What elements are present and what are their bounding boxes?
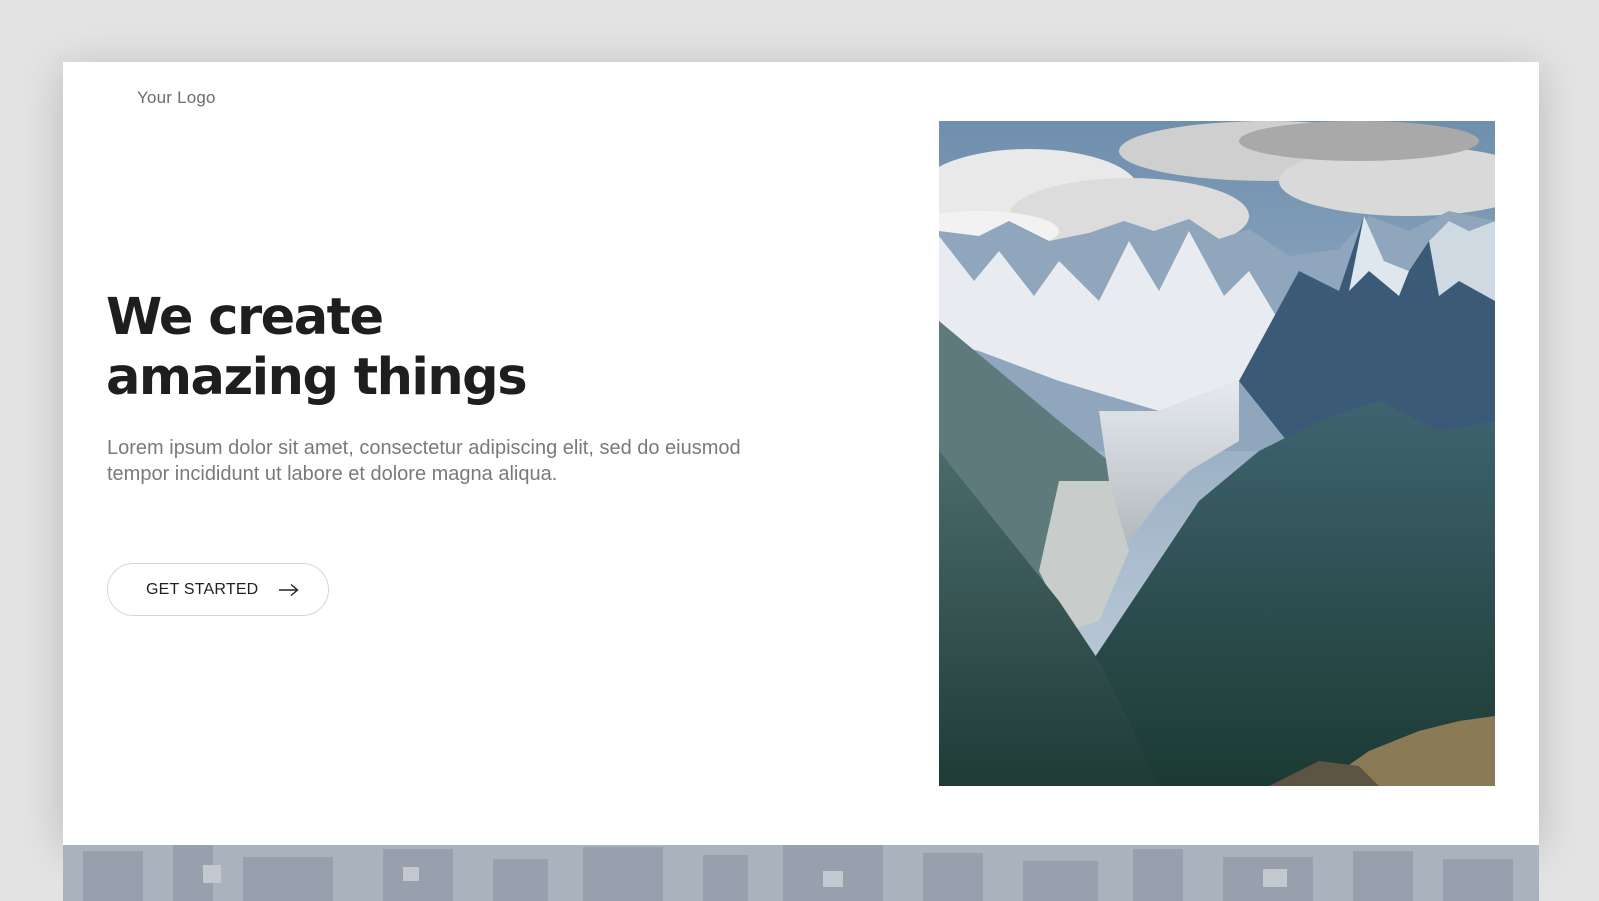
arrow-right-icon <box>278 583 300 597</box>
logo[interactable]: Your Logo <box>137 88 216 108</box>
hero-title: We create amazing things <box>106 288 528 408</box>
mountain-landscape-image <box>939 121 1495 786</box>
get-started-label: GET STARTED <box>146 580 259 598</box>
hero-title-line-1: We create <box>106 288 384 347</box>
hero-card: Your Logo We create amazing things Lorem… <box>63 62 1539 845</box>
city-aerial-image <box>63 845 1539 901</box>
hero-title-line-2: amazing things <box>106 348 528 407</box>
get-started-button[interactable]: GET STARTED <box>107 563 329 616</box>
hero-description: Lorem ipsum dolor sit amet, consectetur … <box>107 437 741 485</box>
